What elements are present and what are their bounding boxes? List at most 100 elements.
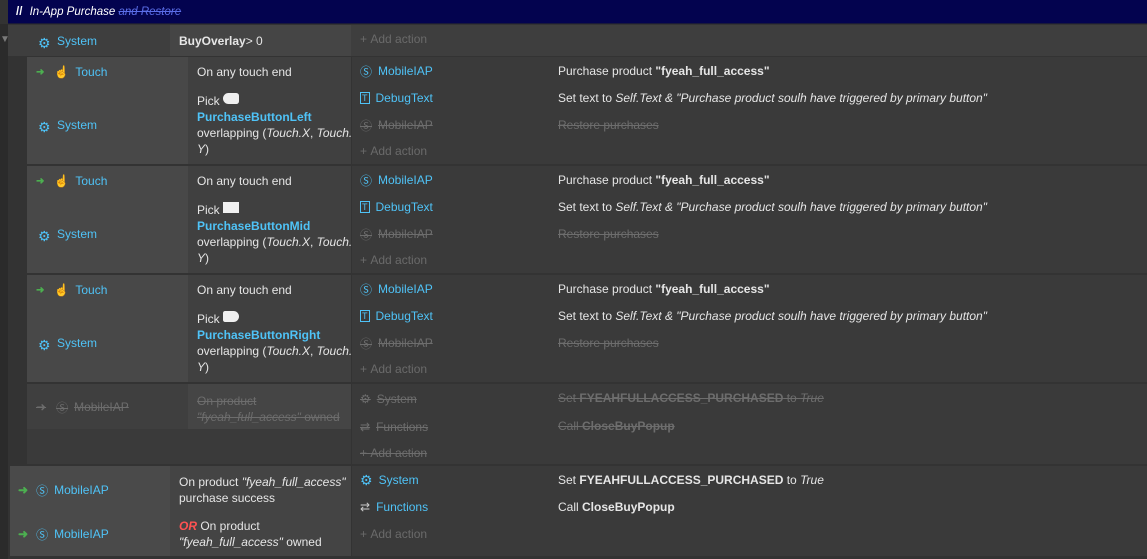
overlap-line2: Y) — [197, 142, 210, 156]
gear-icon: ⚙ — [38, 227, 51, 244]
touch-condition-text: On any touch end — [197, 65, 292, 79]
trigger-arrow-icon: ➜ — [18, 483, 29, 497]
disabled-set-action[interactable]: Set FYEAHFULLACCESS_PURCHASED to True — [558, 390, 824, 406]
touch-label: Touch — [75, 65, 108, 79]
button-object[interactable]: PurchaseButtonLeft — [197, 109, 312, 125]
iap-icon: Ⓢ — [56, 400, 69, 415]
restore-purchases-action[interactable]: Restore purchases — [558, 335, 659, 351]
touch-hand-icon: ☝ — [54, 174, 70, 188]
pick-line: Pick — [197, 311, 240, 327]
comment-header[interactable]: // In-App Purchase and Restore — [8, 0, 1147, 24]
system-label: System — [57, 227, 98, 241]
plus-icon: + — [360, 527, 371, 541]
final-trigger-2[interactable]: ➜ Ⓢ MobileIAP — [18, 526, 109, 542]
condition-compare: > 0 — [245, 34, 263, 48]
purchase-product-action[interactable]: Purchase product "fyeah_full_access" — [558, 63, 770, 79]
button-sprite-icon — [223, 311, 240, 322]
buyoverlay-condition[interactable]: BuyOverlay > 0 — [179, 32, 263, 50]
final-object-2: MobileIAP — [54, 527, 109, 541]
left-gutter — [0, 24, 8, 559]
touch-trigger[interactable]: ➜ ☝ Touch — [36, 64, 107, 80]
restore-purchases-action[interactable]: Restore purchases — [558, 226, 659, 242]
buyoverlay-label: BuyOverlay — [179, 34, 246, 48]
final-action-system[interactable]: ⚙ System — [360, 472, 419, 488]
touch-label: Touch — [75, 174, 108, 188]
add-action-button[interactable]: + Add action — [360, 143, 427, 159]
restore-purchases-action[interactable]: Restore purchases — [558, 117, 659, 133]
set-text-action[interactable]: Set text to Self.Text & "Purchase produc… — [558, 90, 987, 106]
system-condition-object[interactable]: ⚙ System — [38, 32, 97, 51]
final-trigger-1[interactable]: ➜ Ⓢ MobileIAP — [18, 482, 109, 498]
overlap-line1: overlapping (Touch.X, Touch. — [197, 344, 353, 358]
gear-icon: ⚙ — [38, 34, 51, 51]
add-action-button[interactable]: + Add action — [360, 361, 427, 377]
set-text-action[interactable]: Set text to Self.Text & "Purchase produc… — [558, 199, 987, 215]
collapse-arrow-icon[interactable]: ▼ — [0, 34, 10, 45]
plus-icon: + — [360, 362, 371, 376]
disabled-object-label: MobileIAP — [74, 400, 129, 414]
overlap-line1: overlapping (Touch.X, Touch. — [197, 126, 353, 140]
final-add-action[interactable]: + Add action — [360, 526, 427, 542]
touch-trigger[interactable]: ➜ ☝ Touch — [36, 173, 107, 189]
button-object[interactable]: PurchaseButtonMid — [197, 218, 310, 234]
comment-struck-text: and Restore — [118, 6, 182, 18]
final-set-action[interactable]: Set FYEAHFULLACCESS_PURCHASED to True — [558, 472, 824, 488]
plus-icon: + — [360, 253, 371, 267]
iap-icon: Ⓢ — [360, 173, 373, 188]
disabled-add-action[interactable]: + Add action — [360, 445, 427, 461]
action-debugtext[interactable]: T DebugText — [360, 199, 433, 215]
final-action-functions[interactable]: ⇄ Functions — [360, 499, 428, 515]
final-object-1: MobileIAP — [54, 483, 109, 497]
system-condition[interactable]: ⚙ System — [38, 226, 98, 244]
overlap-line1: overlapping (Touch.X, Touch. — [197, 235, 353, 249]
set-text-action[interactable]: Set text to Self.Text & "Purchase produc… — [558, 308, 987, 324]
plus-icon: + — [360, 32, 371, 46]
action-debugtext[interactable]: T DebugText — [360, 90, 433, 106]
action-mobileiap-disabled[interactable]: Ⓢ MobileIAP — [360, 226, 433, 242]
action-mobileiap[interactable]: Ⓢ MobileIAP — [360, 281, 433, 297]
iap-icon: Ⓢ — [36, 527, 49, 542]
purchase-product-action[interactable]: Purchase product "fyeah_full_access" — [558, 172, 770, 188]
touch-condition-text: On any touch end — [197, 174, 292, 188]
plus-icon: + — [360, 446, 371, 460]
text-object-icon: T — [360, 310, 370, 322]
trigger-arrow-icon: ➜ — [36, 284, 45, 296]
disabled-trigger-object[interactable]: ➜ Ⓢ MobileIAP — [36, 400, 129, 415]
system-condition[interactable]: ⚙ System — [38, 335, 97, 353]
system-condition[interactable]: ⚙ System — [38, 117, 97, 135]
overlap-line2: Y) — [197, 360, 210, 374]
button-object[interactable]: PurchaseButtonRight — [197, 327, 320, 343]
final-call-action[interactable]: Call CloseBuyPopup — [558, 499, 675, 515]
gear-icon: ⚙ — [38, 118, 51, 135]
overlap-line2: Y) — [197, 251, 210, 265]
final-cond2-line1: OR On product — [179, 519, 260, 533]
iap-icon: Ⓢ — [360, 282, 373, 297]
final-cond1-line2: purchase success — [179, 491, 276, 505]
disabled-action-functions[interactable]: ⇄ Functions — [360, 419, 428, 435]
add-action-button[interactable]: + Add action — [360, 252, 427, 268]
action-mobileiap[interactable]: Ⓢ MobileIAP — [360, 172, 433, 188]
add-action-label: Add action — [370, 32, 428, 46]
iap-icon: Ⓢ — [36, 483, 49, 498]
action-debugtext[interactable]: T DebugText — [360, 308, 433, 324]
disabled-call-action[interactable]: Call CloseBuyPopup — [558, 418, 675, 434]
inner-gutter — [8, 56, 27, 464]
touch-label: Touch — [75, 283, 108, 297]
action-mobileiap-disabled[interactable]: Ⓢ MobileIAP — [360, 335, 433, 351]
add-action-top[interactable]: + Add action — [360, 31, 427, 47]
iap-icon: Ⓢ — [360, 227, 373, 242]
comment-prefix: // — [16, 6, 23, 18]
gear-icon: ⚙ — [360, 471, 373, 488]
trigger-arrow-icon: ➜ — [36, 66, 45, 78]
trigger-arrow-icon: ➜ — [18, 527, 29, 541]
touch-trigger[interactable]: ➜ ☝ Touch — [36, 282, 107, 298]
action-mobileiap-disabled[interactable]: Ⓢ MobileIAP — [360, 117, 433, 133]
disabled-condition-line1: On product — [197, 394, 257, 408]
button-sprite-icon — [223, 93, 240, 104]
purchase-product-action[interactable]: Purchase product "fyeah_full_access" — [558, 281, 770, 297]
disabled-action-system[interactable]: ⚙ System — [360, 391, 417, 407]
comment-title: In-App Purchase — [29, 6, 116, 18]
functions-icon: ⇄ — [360, 500, 371, 514]
touch-condition-text: On any touch end — [197, 283, 292, 297]
action-mobileiap[interactable]: Ⓢ MobileIAP — [360, 63, 433, 79]
